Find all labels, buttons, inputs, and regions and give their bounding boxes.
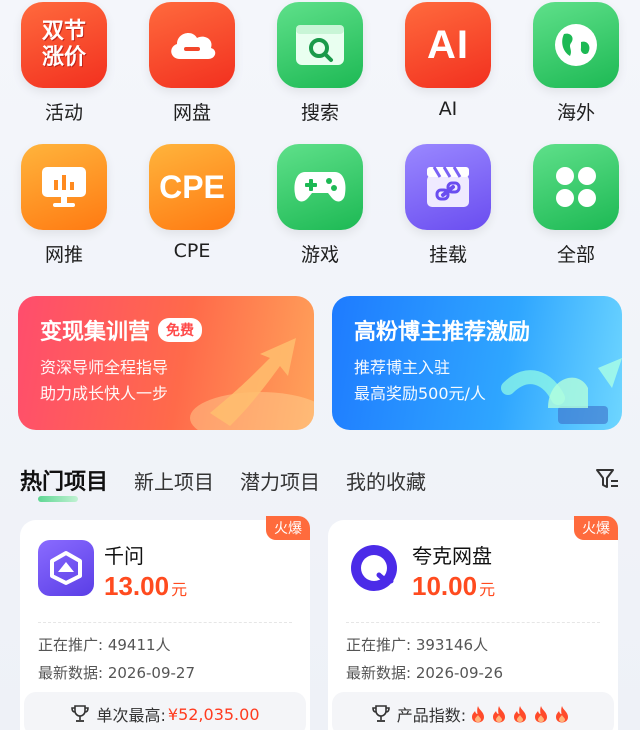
banner-line: 资深导师全程指导 xyxy=(40,358,169,377)
category-all[interactable]: 全部 xyxy=(512,144,640,270)
ai-icon: AI xyxy=(405,2,491,88)
project-name: 千问 xyxy=(104,544,144,568)
cloud-icon xyxy=(149,2,235,88)
trophy-icon xyxy=(71,705,90,722)
category-label: 海外 xyxy=(556,102,595,124)
filter-icon[interactable] xyxy=(594,466,620,492)
category-ai[interactable]: AI AI xyxy=(384,2,512,128)
category-label: AI xyxy=(438,98,458,120)
blogger-reward-banner[interactable]: 高粉博主推荐激励 推荐博主入驻 最高奖励500元/人 xyxy=(332,296,622,430)
category-cpe[interactable]: CPE CPE xyxy=(128,144,256,270)
category-grid: 双节 涨价 活动 网盘 搜索 AI AI 海外 网推 CPE CPE 游戏 挂载… xyxy=(0,0,640,270)
flame-icon xyxy=(535,706,548,723)
flame-icon xyxy=(493,706,506,723)
promoting-count: 正在推广: 49411人 xyxy=(38,636,171,654)
tab-new[interactable]: 新上项目 xyxy=(134,466,214,495)
stat-value: ¥52,035.00 xyxy=(167,704,260,724)
cpe-icon: CPE xyxy=(149,144,235,230)
qianwen-logo-icon xyxy=(38,540,94,596)
category-netpromo[interactable]: 网推 xyxy=(0,144,128,270)
hot-badge: 火爆 xyxy=(266,516,310,540)
project-price: 13.00 元 xyxy=(104,571,188,601)
stat-bar: 产品指数: xyxy=(332,692,614,730)
product-index-flames xyxy=(470,705,575,723)
tab-potential[interactable]: 潜力项目 xyxy=(240,466,320,495)
four-petal-icon xyxy=(533,144,619,230)
category-search[interactable]: 搜索 xyxy=(256,2,384,128)
divider xyxy=(346,622,600,623)
category-overseas[interactable]: 海外 xyxy=(512,2,640,128)
category-mount[interactable]: 挂载 xyxy=(384,144,512,270)
project-card[interactable]: 火爆 夸克网盘 10.00 元 正在推广: 393146人 最新数据: 2026-… xyxy=(328,516,618,730)
category-label: 搜索 xyxy=(300,102,339,124)
promo-icon: 双节 涨价 xyxy=(21,2,107,88)
promoting-count: 正在推广: 393146人 xyxy=(346,636,489,654)
category-label: CPE xyxy=(173,240,211,262)
search-window-icon xyxy=(277,2,363,88)
banner-line: 推荐博主入驻 xyxy=(354,358,451,377)
project-name: 夸克网盘 xyxy=(412,544,492,568)
project-price: 10.00 元 xyxy=(412,571,496,601)
tab-favorites[interactable]: 我的收藏 xyxy=(346,466,426,495)
flame-icon xyxy=(472,706,485,723)
monitor-chart-icon xyxy=(21,144,107,230)
category-label: 全部 xyxy=(556,244,595,266)
flame-icon xyxy=(556,706,569,723)
promo-banners: 变现集训营 免费 资深导师全程指导 助力成长快人一步 高粉博主推荐激励 推荐博主入… xyxy=(18,296,622,430)
category-label: 活动 xyxy=(44,102,83,124)
banner-line: 助力成长快人一步 xyxy=(40,384,169,403)
quark-logo-icon xyxy=(346,540,402,596)
gamepad-icon xyxy=(277,144,363,230)
category-label: 网推 xyxy=(44,244,83,266)
category-label: 挂载 xyxy=(428,244,467,266)
project-card[interactable]: 火爆 千问 13.00 元 正在推广: 49411人 最新数据: 2026-09-… xyxy=(20,516,310,730)
category-netdisk[interactable]: 网盘 xyxy=(128,2,256,128)
hot-badge: 火爆 xyxy=(574,516,618,540)
category-promo[interactable]: 双节 涨价 活动 xyxy=(0,2,128,128)
project-tabs: 热门项目 新上项目 潜力项目 我的收藏 xyxy=(20,462,620,502)
category-label: 网盘 xyxy=(172,102,211,124)
trophy-icon xyxy=(371,705,390,722)
stat-label: 产品指数: xyxy=(396,706,467,725)
banner-line: 最高奖励500元/人 xyxy=(354,384,486,403)
tab-hot[interactable]: 热门项目 xyxy=(20,464,108,502)
flame-icon xyxy=(514,706,527,723)
latest-data-date: 最新数据: 2026-09-26 xyxy=(346,664,503,682)
divider xyxy=(38,622,292,623)
link-clapper-icon xyxy=(405,144,491,230)
latest-data-date: 最新数据: 2026-09-27 xyxy=(38,664,195,682)
globe-icon xyxy=(533,2,619,88)
category-label: 游戏 xyxy=(300,244,339,266)
project-list: 火爆 千问 13.00 元 正在推广: 49411人 最新数据: 2026-09-… xyxy=(20,516,620,730)
training-camp-banner[interactable]: 变现集训营 免费 资深导师全程指导 助力成长快人一步 xyxy=(18,296,314,430)
stat-label: 单次最高: xyxy=(96,706,166,725)
stat-bar: 单次最高: ¥52,035.00 xyxy=(24,692,306,730)
category-game[interactable]: 游戏 xyxy=(256,144,384,270)
